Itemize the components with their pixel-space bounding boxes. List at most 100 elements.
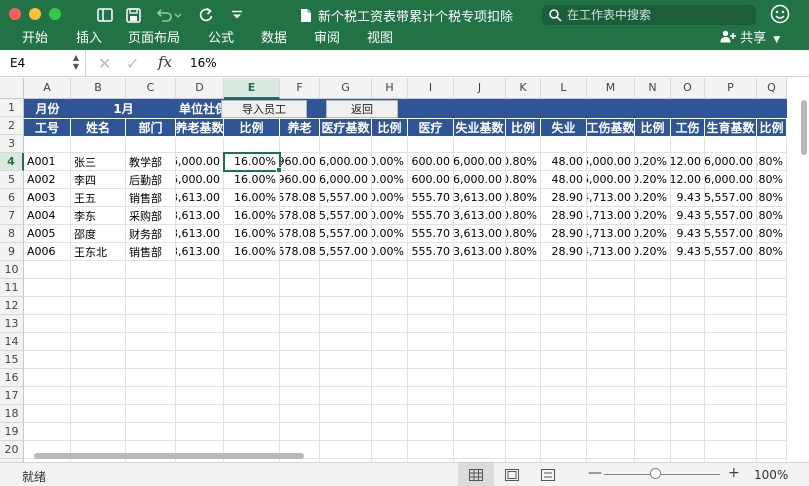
grid-cell[interactable] xyxy=(506,423,541,441)
data-cell[interactable]: 600.00 xyxy=(408,153,454,171)
row-header[interactable]: 15 xyxy=(0,351,24,369)
grid-cell[interactable] xyxy=(176,387,224,405)
grid-cell[interactable] xyxy=(126,297,176,315)
grid-cell[interactable] xyxy=(587,315,635,333)
grid-cell[interactable] xyxy=(372,333,408,351)
column-header[interactable]: F xyxy=(280,78,320,99)
grid-cell[interactable] xyxy=(24,297,71,315)
grid-cell[interactable] xyxy=(454,135,506,153)
grid-cell[interactable] xyxy=(671,369,705,387)
data-cell[interactable]: 3,613.00 xyxy=(176,189,224,207)
grid-cell[interactable] xyxy=(587,405,635,423)
row-header[interactable]: 4 xyxy=(0,153,24,171)
data-cell[interactable]: 48.00 xyxy=(541,171,587,189)
data-cell[interactable]: 0.80% xyxy=(506,243,541,261)
grid-cell[interactable] xyxy=(671,405,705,423)
grid-cell[interactable] xyxy=(224,423,280,441)
grid-cell[interactable] xyxy=(224,297,280,315)
grid-cell[interactable] xyxy=(671,423,705,441)
data-cell[interactable]: 16.00% xyxy=(224,171,280,189)
grid-cell[interactable] xyxy=(635,297,671,315)
column-header[interactable]: N xyxy=(635,78,671,99)
vertical-scrollbar[interactable] xyxy=(801,100,807,155)
grid-cell[interactable] xyxy=(454,423,506,441)
data-cell[interactable]: 0.20% xyxy=(635,243,671,261)
grid-cell[interactable] xyxy=(126,405,176,423)
grid-cell[interactable] xyxy=(71,351,126,369)
data-cell[interactable]: 6,000.00 xyxy=(454,153,506,171)
data-cell[interactable]: 4,713.00 xyxy=(587,243,635,261)
grid-cell[interactable] xyxy=(541,279,587,297)
grid-cell[interactable] xyxy=(408,297,454,315)
data-cell[interactable]: 3,613.00 xyxy=(454,207,506,225)
data-cell[interactable]: 6,000.00 xyxy=(320,171,372,189)
grid-cell[interactable] xyxy=(176,423,224,441)
grid-cell[interactable] xyxy=(24,333,71,351)
grid-cell[interactable] xyxy=(372,387,408,405)
tab-data[interactable]: 数据 xyxy=(261,30,287,50)
data-cell[interactable]: 王五 xyxy=(71,189,126,207)
column-header[interactable]: O xyxy=(671,78,705,99)
data-cell[interactable]: 4,713.00 xyxy=(587,225,635,243)
data-cell[interactable]: 0.80% xyxy=(757,207,787,225)
data-cell[interactable]: 9.43 xyxy=(671,189,705,207)
grid-cell[interactable] xyxy=(372,369,408,387)
redo-icon[interactable] xyxy=(195,4,217,26)
grid-cell[interactable] xyxy=(372,315,408,333)
grid-cell[interactable] xyxy=(506,279,541,297)
data-cell[interactable]: 张三 xyxy=(71,153,126,171)
tab-review[interactable]: 审阅 xyxy=(314,30,340,50)
grid-cell[interactable] xyxy=(176,279,224,297)
minimize-window-icon[interactable] xyxy=(29,8,41,20)
grid-cell[interactable] xyxy=(408,405,454,423)
data-cell[interactable]: 5,557.00 xyxy=(705,225,757,243)
grid-cell[interactable] xyxy=(705,441,757,459)
grid-cell[interactable] xyxy=(454,405,506,423)
grid-cell[interactable] xyxy=(126,423,176,441)
grid-cell[interactable] xyxy=(280,333,320,351)
row-header[interactable]: 14 xyxy=(0,333,24,351)
row-header[interactable]: 9 xyxy=(0,243,24,261)
grid-cell[interactable] xyxy=(671,441,705,459)
row-header[interactable]: 6 xyxy=(0,189,24,207)
data-cell[interactable]: 960.00 xyxy=(280,171,320,189)
grid-cell[interactable] xyxy=(506,315,541,333)
grid-cell[interactable] xyxy=(71,135,126,153)
grid-cell[interactable] xyxy=(372,279,408,297)
grid-cell[interactable] xyxy=(454,387,506,405)
grid-cell[interactable] xyxy=(71,369,126,387)
data-cell[interactable]: A001 xyxy=(24,153,71,171)
grid-cell[interactable] xyxy=(224,351,280,369)
data-cell[interactable]: 4,713.00 xyxy=(587,207,635,225)
grid-cell[interactable] xyxy=(408,315,454,333)
grid-cell[interactable] xyxy=(126,135,176,153)
grid-cell[interactable] xyxy=(372,261,408,279)
grid-cell[interactable] xyxy=(587,441,635,459)
data-cell[interactable]: 教学部 xyxy=(126,153,176,171)
column-header[interactable]: Q xyxy=(757,78,787,99)
data-cell[interactable]: 3,613.00 xyxy=(176,243,224,261)
grid-cell[interactable] xyxy=(454,351,506,369)
grid-cell[interactable] xyxy=(587,387,635,405)
grid-cell[interactable] xyxy=(757,369,787,387)
grid-cell[interactable] xyxy=(372,297,408,315)
grid-cell[interactable] xyxy=(757,423,787,441)
grid-cell[interactable] xyxy=(541,369,587,387)
data-cell[interactable]: 0.80% xyxy=(506,153,541,171)
row-header[interactable]: 3 xyxy=(0,135,24,153)
grid-cell[interactable] xyxy=(541,297,587,315)
column-header[interactable]: K xyxy=(506,78,541,99)
grid-cell[interactable] xyxy=(757,261,787,279)
data-cell[interactable]: 555.70 xyxy=(408,243,454,261)
grid-cell[interactable] xyxy=(635,351,671,369)
grid-cell[interactable] xyxy=(541,135,587,153)
data-cell[interactable]: 0.20% xyxy=(635,207,671,225)
data-cell[interactable]: 28.90 xyxy=(541,243,587,261)
row-header[interactable]: 5 xyxy=(0,171,24,189)
data-cell[interactable]: 0.20% xyxy=(635,225,671,243)
grid-cell[interactable] xyxy=(280,315,320,333)
grid-cell[interactable] xyxy=(454,441,506,459)
data-cell[interactable]: 邵度 xyxy=(71,225,126,243)
data-cell[interactable]: 3,613.00 xyxy=(454,189,506,207)
grid-cell[interactable] xyxy=(280,279,320,297)
